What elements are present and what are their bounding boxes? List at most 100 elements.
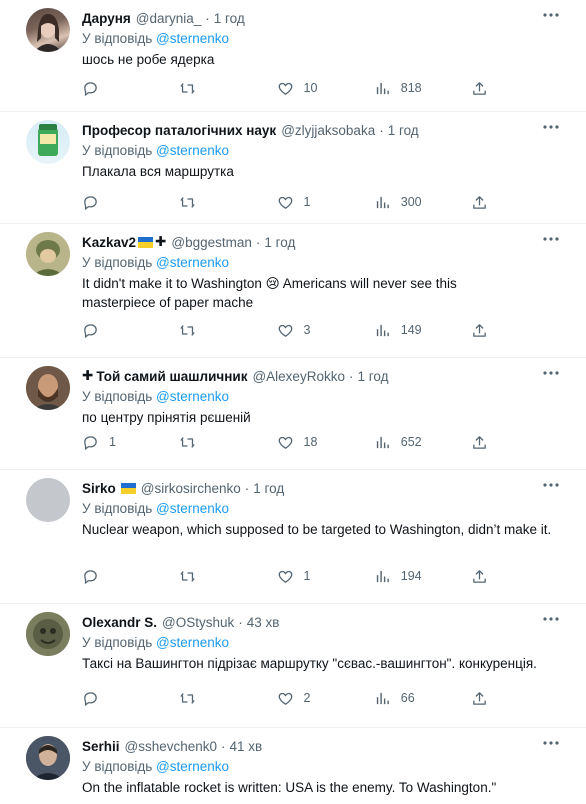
avatar[interactable]: [26, 232, 70, 276]
tweet[interactable]: Kazkav2 ✚ @bggestman · 1 год У відповідь…: [0, 224, 586, 358]
share-button[interactable]: [471, 80, 488, 97]
author-handle[interactable]: @zlyjjaksobaka: [281, 123, 375, 138]
avatar[interactable]: [26, 366, 70, 410]
avatar[interactable]: [26, 120, 70, 164]
tweet[interactable]: Serhii @sshevchenk0 · 41 хв У відповідь …: [0, 728, 586, 804]
timestamp[interactable]: 43 хв: [247, 615, 280, 630]
reply-button[interactable]: [82, 568, 162, 585]
like-button[interactable]: 18: [277, 434, 357, 451]
share-button[interactable]: [471, 194, 488, 211]
share-button[interactable]: [471, 322, 488, 339]
author-name[interactable]: Olexandr S.: [82, 615, 157, 630]
views-button[interactable]: 149: [374, 322, 454, 339]
reply-button[interactable]: 1: [82, 434, 162, 451]
like-button[interactable]: 3: [277, 322, 357, 339]
views-icon: [376, 436, 389, 448]
like-count: 1: [303, 569, 311, 583]
author-handle[interactable]: @sirkosirchenko: [141, 481, 241, 496]
retweet-button[interactable]: [179, 322, 259, 339]
tweet[interactable]: Sirko @sirkosirchenko · 1 год У відповід…: [0, 470, 586, 604]
avatar[interactable]: [26, 478, 70, 522]
retweet-button[interactable]: [179, 690, 259, 707]
tweet[interactable]: Професор паталогічних наук @zlyjjaksobak…: [0, 112, 586, 224]
retweet-icon: [180, 82, 195, 94]
retweet-button[interactable]: [179, 194, 259, 211]
separator-dot: ·: [348, 368, 354, 384]
author-name[interactable]: Sirko: [82, 481, 116, 496]
author-name[interactable]: Той самий шашличник: [96, 369, 247, 384]
tweet[interactable]: Даруня @darynia_ · 1 год У відповідь @st…: [0, 0, 586, 112]
more-icon[interactable]: [542, 364, 560, 382]
reply-button[interactable]: [82, 80, 162, 97]
mention-link[interactable]: @sternenko: [156, 31, 229, 46]
retweet-icon: [180, 196, 195, 208]
separator-dot: ·: [238, 614, 243, 630]
share-button[interactable]: [471, 568, 488, 585]
author-name[interactable]: Даруня: [82, 11, 131, 26]
timestamp[interactable]: 1 год: [214, 11, 245, 26]
views-button[interactable]: 652: [374, 434, 454, 451]
reply-button[interactable]: [82, 194, 162, 211]
share-button[interactable]: [471, 690, 488, 707]
tweet[interactable]: Olexandr S. @OStyshuk · 43 хв У відповід…: [0, 604, 586, 728]
like-icon: [278, 324, 292, 337]
author-name[interactable]: Serhii: [82, 739, 120, 754]
author-handle[interactable]: @AlexeyRokko: [252, 369, 345, 384]
author-handle[interactable]: @OStyshuk: [162, 615, 234, 630]
author-name[interactable]: Професор паталогічних наук: [82, 123, 276, 138]
more-icon[interactable]: [542, 230, 560, 248]
views-button[interactable]: 194: [374, 568, 454, 585]
views-icon: [376, 324, 389, 336]
mention-link[interactable]: @sternenko: [156, 759, 229, 774]
reply-context: У відповідь @sternenko: [82, 634, 574, 652]
timestamp[interactable]: 41 хв: [230, 739, 263, 754]
action-bar: 2 66: [82, 688, 488, 708]
like-button[interactable]: 10: [277, 80, 357, 97]
more-icon[interactable]: [542, 6, 560, 24]
retweet-button[interactable]: [179, 80, 259, 97]
timestamp[interactable]: 1 год: [357, 369, 388, 384]
avatar[interactable]: [26, 736, 70, 780]
retweet-button[interactable]: [179, 568, 259, 585]
author-handle[interactable]: @darynia_: [136, 11, 202, 26]
author-handle[interactable]: @sshevchenk0: [125, 739, 218, 754]
views-button[interactable]: 66: [374, 690, 454, 707]
mention-link[interactable]: @sternenko: [156, 143, 229, 158]
reply-context: У відповідь @sternenko: [82, 142, 574, 160]
views-button[interactable]: 300: [374, 194, 454, 211]
separator-dot: ·: [205, 10, 210, 26]
mention-link[interactable]: @sternenko: [156, 501, 229, 516]
reply-count: 1: [109, 435, 116, 449]
separator-dot: ·: [379, 122, 384, 138]
reply-button[interactable]: [82, 322, 162, 339]
timestamp[interactable]: 1 год: [388, 123, 419, 138]
more-icon[interactable]: [542, 610, 560, 628]
like-button[interactable]: 1: [277, 194, 357, 211]
mention-link[interactable]: @sternenko: [156, 389, 229, 404]
retweet-button[interactable]: [179, 434, 259, 451]
like-count: 1: [303, 195, 311, 209]
timestamp[interactable]: 1 год: [253, 481, 284, 496]
timestamp[interactable]: 1 год: [264, 235, 295, 250]
like-button[interactable]: 2: [277, 690, 357, 707]
more-icon[interactable]: [542, 118, 560, 136]
retweet-icon: [180, 570, 195, 582]
reply-button[interactable]: [82, 690, 162, 707]
like-button[interactable]: 1: [277, 568, 357, 585]
avatar[interactable]: [26, 8, 70, 52]
share-button[interactable]: [471, 434, 488, 451]
mention-link[interactable]: @sternenko: [156, 635, 229, 650]
more-icon[interactable]: [542, 734, 560, 752]
separator-dot: ·: [255, 234, 261, 250]
retweet-icon: [180, 692, 195, 704]
avatar[interactable]: [26, 612, 70, 656]
views-button[interactable]: 818: [374, 80, 454, 97]
author-handle[interactable]: @bggestman: [171, 235, 252, 250]
like-icon: [278, 196, 292, 209]
mention-link[interactable]: @sternenko: [156, 255, 229, 270]
share-icon: [473, 435, 486, 449]
action-bar: 3 149: [82, 320, 488, 340]
tweet[interactable]: ✚ Той самий шашличник @AlexeyRokko · 1 г…: [0, 358, 586, 470]
more-icon[interactable]: [542, 476, 560, 494]
author-name[interactable]: Kazkav2: [82, 235, 136, 250]
